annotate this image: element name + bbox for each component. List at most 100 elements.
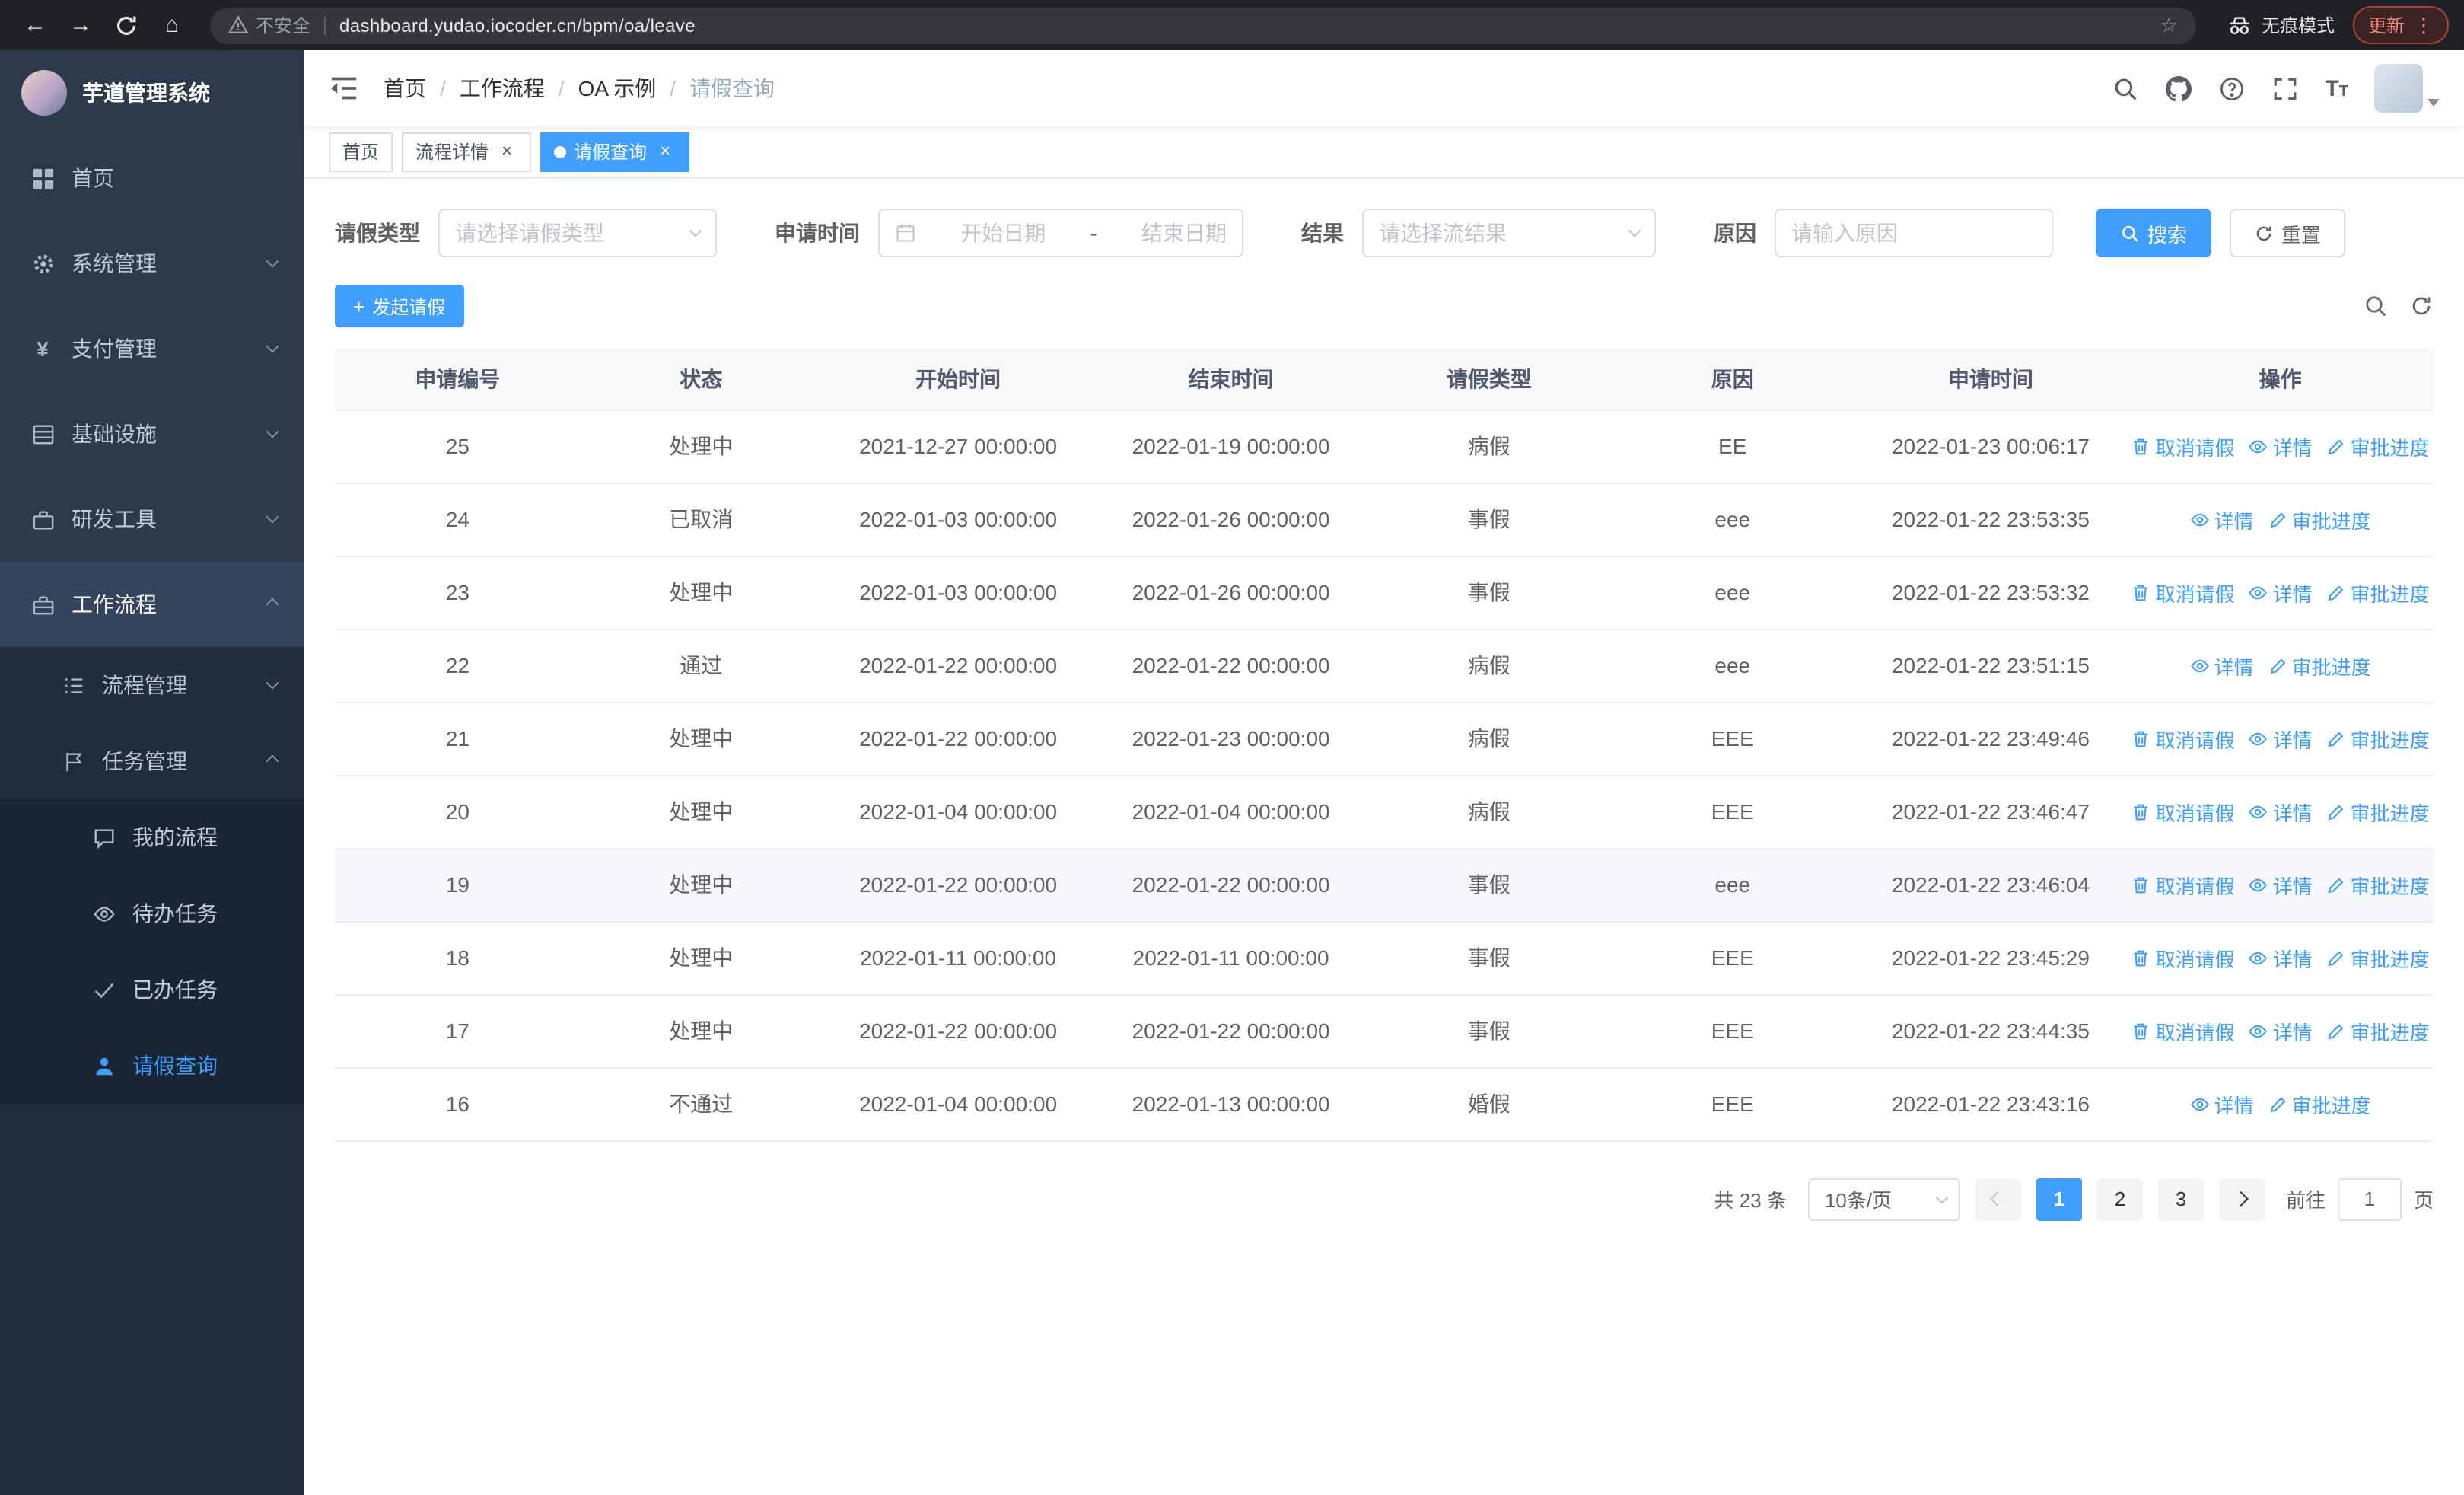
sidebar-item-payment[interactable]: ¥ 支付管理: [0, 306, 304, 391]
progress-link[interactable]: 审批进度: [2326, 1016, 2430, 1045]
detail-link[interactable]: 详情: [2190, 505, 2254, 534]
create-leave-button[interactable]: + 发起请假: [335, 285, 464, 327]
back-icon[interactable]: ←: [15, 5, 55, 45]
table-row[interactable]: 16 不通过 2022-01-04 00:00:00 2022-01-13 00:00…: [335, 1067, 2434, 1141]
progress-link[interactable]: 审批进度: [2326, 724, 2430, 753]
sidebar-item-done-tasks[interactable]: 已办任务: [0, 952, 304, 1028]
sidebar-item-workflow[interactable]: 工作流程: [0, 562, 304, 647]
cell-id: 24: [335, 483, 581, 556]
cell-applied: 2022-01-22 23:51:15: [1854, 629, 2128, 703]
cell-end: 2022-01-22 00:00:00: [1094, 848, 1367, 922]
reset-button[interactable]: 重置: [2230, 209, 2346, 257]
leave-type-select[interactable]: 请选择请假类型: [438, 209, 717, 257]
detail-link[interactable]: 详情: [2190, 651, 2254, 680]
progress-link[interactable]: 审批进度: [2326, 432, 2430, 461]
tab-leave-query[interactable]: 请假查询 ×: [540, 132, 690, 171]
page-button-3[interactable]: 3: [2157, 1178, 2204, 1220]
search-icon[interactable]: [2112, 75, 2139, 102]
security-warning[interactable]: 不安全: [228, 12, 310, 38]
table-row[interactable]: 25 处理中 2021-12-27 00:00:00 2022-01-19 00:00…: [335, 410, 2434, 483]
edit-icon: [2268, 655, 2287, 675]
progress-link[interactable]: 审批进度: [2326, 797, 2430, 826]
sidebar-item-todo-tasks[interactable]: 待办任务: [0, 875, 304, 952]
detail-link[interactable]: 详情: [2249, 432, 2313, 461]
page-button-1[interactable]: 1: [2036, 1178, 2082, 1220]
sidebar-item-infrastructure[interactable]: 基础设施: [0, 391, 304, 477]
reload-icon[interactable]: [107, 5, 146, 45]
refresh-table-icon[interactable]: [2409, 294, 2434, 318]
cancel-leave-link[interactable]: 取消请假: [2131, 870, 2235, 899]
cancel-leave-link[interactable]: 取消请假: [2131, 943, 2235, 972]
address-bar[interactable]: 不安全 dashboard.yudao.iocoder.cn/bpm/oa/le…: [210, 7, 2196, 43]
action-label: 详情: [2272, 436, 2313, 459]
cell-type: 事假: [1367, 556, 1611, 630]
table-row[interactable]: 23 处理中 2022-01-03 00:00:00 2022-01-26 00:00…: [335, 556, 2434, 630]
font-size-icon[interactable]: TT: [2325, 75, 2348, 101]
detail-link[interactable]: 详情: [2249, 870, 2313, 899]
github-icon[interactable]: [2165, 75, 2192, 102]
table-row[interactable]: 19 处理中 2022-01-22 00:00:00 2022-01-22 00:00…: [335, 848, 2434, 922]
cancel-leave-link[interactable]: 取消请假: [2131, 1016, 2235, 1045]
sidebar-item-task-management[interactable]: 任务管理: [0, 723, 304, 799]
breadcrumb: 首页 / 工作流程 / OA 示例 / 请假查询: [384, 73, 775, 104]
progress-link[interactable]: 审批进度: [2326, 870, 2430, 899]
tab-process-detail[interactable]: 流程详情 ×: [402, 132, 532, 171]
progress-link[interactable]: 审批进度: [2268, 1089, 2371, 1118]
result-select[interactable]: 请选择流结果: [1362, 209, 1656, 257]
table-row[interactable]: 18 处理中 2022-01-11 00:00:00 2022-01-11 00:00…: [335, 921, 2434, 995]
sidebar-item-process-management[interactable]: 流程管理: [0, 647, 304, 723]
breadcrumb-separator: /: [440, 76, 446, 100]
browser-update-button[interactable]: 更新 ⋮: [2352, 6, 2449, 44]
progress-link[interactable]: 审批进度: [2268, 505, 2371, 534]
sidebar-item-system[interactable]: 系统管理: [0, 221, 304, 306]
app-logo[interactable]: 芋道管理系统: [0, 50, 304, 135]
cancel-leave-link[interactable]: 取消请假: [2131, 432, 2235, 461]
search-button[interactable]: 搜索: [2096, 209, 2212, 257]
sidebar-item-devtools[interactable]: 研发工具: [0, 477, 304, 562]
close-icon[interactable]: ×: [496, 140, 517, 162]
prev-page-button[interactable]: [1975, 1178, 2021, 1220]
goto-page-input[interactable]: 1: [2337, 1178, 2402, 1220]
breadcrumb-home[interactable]: 首页: [384, 73, 426, 104]
avatar[interactable]: [2374, 64, 2423, 113]
progress-link[interactable]: 审批进度: [2326, 943, 2430, 972]
sidebar-item-leave-query[interactable]: 请假查询: [0, 1028, 304, 1104]
detail-link[interactable]: 详情: [2249, 797, 2313, 826]
page-button-2[interactable]: 2: [2096, 1178, 2143, 1220]
sidebar-item-my-process[interactable]: 我的流程: [0, 799, 304, 875]
browser-menu-icon[interactable]: ⋮: [2414, 13, 2434, 37]
table-row[interactable]: 22 通过 2022-01-22 00:00:00 2022-01-22 00:00:…: [335, 629, 2434, 703]
table-row[interactable]: 17 处理中 2022-01-22 00:00:00 2022-01-22 00:00…: [335, 994, 2434, 1068]
url-text[interactable]: dashboard.yudao.iocoder.cn/bpm/oa/leave: [339, 14, 696, 36]
breadcrumb-oa-example[interactable]: OA 示例: [578, 73, 657, 104]
table-row[interactable]: 20 处理中 2022-01-04 00:00:00 2022-01-04 00:00…: [335, 775, 2434, 849]
apply-time-range-picker[interactable]: 开始日期 - 结束日期: [878, 209, 1243, 257]
sidebar-item-home[interactable]: 首页: [0, 135, 304, 221]
cancel-leave-link[interactable]: 取消请假: [2131, 724, 2235, 753]
cancel-leave-link[interactable]: 取消请假: [2131, 797, 2235, 826]
detail-link[interactable]: 详情: [2249, 578, 2313, 607]
table-row[interactable]: 21 处理中 2022-01-22 00:00:00 2022-01-23 00:00…: [335, 702, 2434, 776]
detail-link[interactable]: 详情: [2249, 943, 2313, 972]
forward-icon[interactable]: →: [61, 5, 100, 45]
detail-link[interactable]: 详情: [2249, 1016, 2313, 1045]
home-icon[interactable]: ⌂: [152, 5, 192, 45]
page-size-select[interactable]: 10条/页: [1807, 1178, 1960, 1220]
sidebar-toggle-icon[interactable]: [329, 73, 359, 104]
next-page-button[interactable]: [2218, 1178, 2265, 1220]
fullscreen-icon[interactable]: [2271, 75, 2299, 102]
tab-home[interactable]: 首页: [329, 132, 393, 171]
progress-link[interactable]: 审批进度: [2268, 651, 2371, 680]
bookmark-star-icon[interactable]: ☆: [2160, 13, 2178, 37]
toggle-search-icon[interactable]: [2364, 294, 2388, 318]
cancel-leave-link[interactable]: 取消请假: [2131, 578, 2235, 607]
user-menu[interactable]: [2374, 64, 2440, 113]
breadcrumb-workflow[interactable]: 工作流程: [460, 73, 545, 104]
detail-link[interactable]: 详情: [2249, 724, 2313, 753]
help-icon[interactable]: [2218, 75, 2246, 102]
table-row[interactable]: 24 已取消 2022-01-03 00:00:00 2022-01-26 00:00…: [335, 483, 2434, 556]
reason-input[interactable]: 请输入原因: [1775, 209, 2053, 257]
close-icon[interactable]: ×: [654, 140, 676, 162]
progress-link[interactable]: 审批进度: [2326, 578, 2430, 607]
detail-link[interactable]: 详情: [2190, 1089, 2254, 1118]
